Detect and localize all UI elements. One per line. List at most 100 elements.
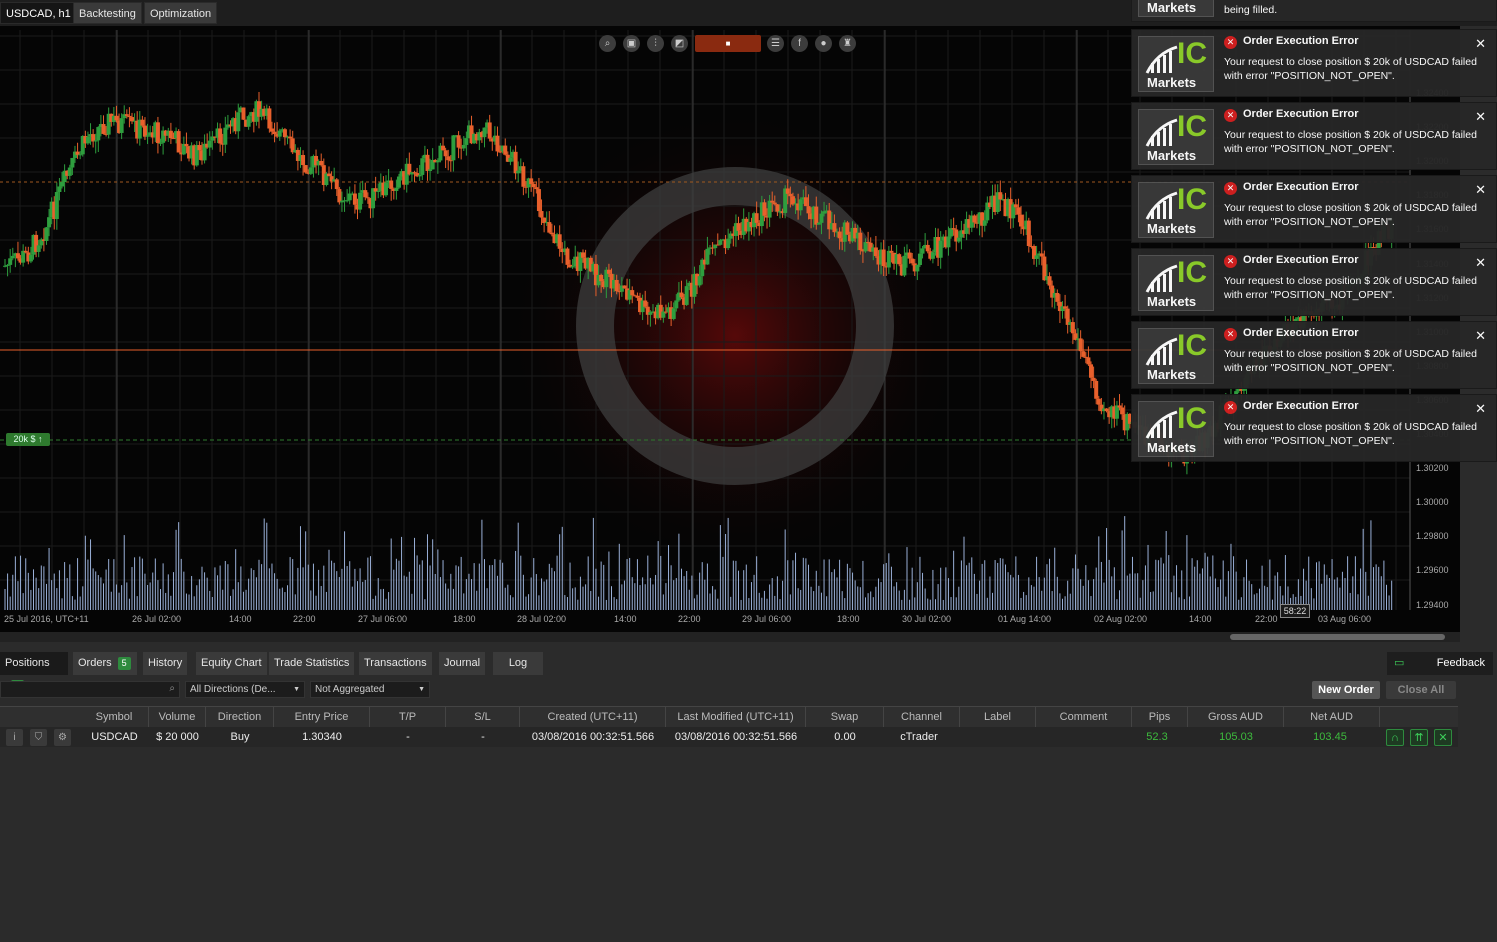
close-icon[interactable]: ✕ bbox=[1475, 182, 1486, 198]
cell-sl: - bbox=[481, 731, 485, 743]
direction-filter-select[interactable]: All Directions (De... ▼ bbox=[185, 681, 305, 698]
col-pips[interactable]: Pips bbox=[1132, 707, 1188, 727]
col-channel[interactable]: Channel bbox=[884, 707, 960, 727]
candle-body bbox=[308, 167, 313, 174]
facebook-icon[interactable]: f bbox=[791, 35, 808, 52]
close-icon[interactable]: ✕ bbox=[1475, 401, 1486, 417]
candle-body bbox=[1019, 214, 1024, 227]
candle-body bbox=[207, 140, 212, 148]
candle-body bbox=[145, 135, 150, 137]
shield-icon[interactable]: ⛉ bbox=[30, 729, 47, 746]
col-label[interactable]: Label bbox=[960, 707, 1036, 727]
scrollbar-thumb[interactable] bbox=[1230, 634, 1445, 640]
tab-positions[interactable]: Positions1 bbox=[0, 652, 68, 693]
candle-body bbox=[897, 254, 902, 265]
search-input[interactable]: ⌕ bbox=[0, 681, 180, 698]
candle-body bbox=[718, 240, 723, 245]
logo-bars-icon bbox=[1145, 45, 1178, 74]
chart-scrollbar[interactable] bbox=[0, 632, 1460, 642]
candle-body bbox=[930, 252, 935, 259]
cell-created: 03/08/2016 00:32:51.566 bbox=[531, 731, 655, 743]
col-symbol[interactable]: Symbol bbox=[80, 707, 149, 727]
tab-transactions[interactable]: Transactions bbox=[359, 652, 432, 675]
logo-bars-icon bbox=[1145, 410, 1178, 439]
close-icon[interactable]: ✕ bbox=[1475, 328, 1486, 344]
candle-body bbox=[396, 176, 401, 188]
tab-journal[interactable]: Journal bbox=[439, 652, 486, 675]
stop-button[interactable]: ■ bbox=[695, 35, 761, 52]
candle-body bbox=[767, 200, 772, 218]
x-tick-label: 14:00 bbox=[614, 614, 637, 624]
direction-filter-value: All Directions (De... bbox=[190, 684, 276, 695]
tab-optimization[interactable]: Optimization bbox=[144, 2, 218, 24]
zoom-icon[interactable]: ⌕ bbox=[599, 35, 616, 52]
col-swap[interactable]: Swap bbox=[806, 707, 884, 727]
notification-card[interactable]: IC Markets ✕ Order Execution Error ✕ Your req… bbox=[1131, 175, 1497, 243]
notification-card[interactable]: IC Markets ✕ Order Execution Error ✕ Your req… bbox=[1131, 321, 1497, 389]
info-icon[interactable]: i bbox=[6, 729, 23, 746]
col-volume[interactable]: Volume bbox=[149, 707, 206, 727]
close-icon[interactable]: ✕ bbox=[1475, 109, 1486, 125]
x-tick-label: 28 Jul 02:00 bbox=[517, 614, 567, 624]
col-entry-price[interactable]: Entry Price bbox=[274, 707, 370, 727]
tab-equity-chart[interactable]: Equity Chart bbox=[196, 652, 267, 675]
x-tick-label: 01 Aug 14:00 bbox=[998, 614, 1052, 624]
candle-body bbox=[101, 124, 106, 134]
tab-history[interactable]: History bbox=[143, 652, 188, 675]
notification-title: Order Execution Error bbox=[1243, 400, 1359, 412]
col-last-modified[interactable]: Last Modified (UTC+11) bbox=[666, 707, 806, 727]
candle-body bbox=[946, 236, 951, 248]
position-level-badge[interactable]: 20k $ ↑ bbox=[6, 433, 50, 446]
col-comment[interactable]: Comment bbox=[1036, 707, 1132, 727]
indicator-icon[interactable]: ⫶ bbox=[647, 35, 664, 52]
list-icon[interactable]: ☰ bbox=[767, 35, 784, 52]
col-net[interactable]: Net AUD bbox=[1284, 707, 1380, 727]
close-icon[interactable]: ✕ bbox=[1475, 36, 1486, 52]
notification-card[interactable]: IC Markets ✕ Order Execution Error ✕ Your req… bbox=[1131, 29, 1497, 97]
tab-log[interactable]: Log bbox=[493, 652, 543, 675]
close-icon[interactable]: ✕ bbox=[1475, 255, 1486, 271]
candle-body bbox=[599, 274, 604, 282]
settings-icon[interactable]: ♜ bbox=[839, 35, 856, 52]
tab-trade-statistics[interactable]: Trade Statistics bbox=[269, 652, 355, 675]
table-row[interactable]: i ⛉ ⚙ USDCAD $ 20 000 Buy 1.30340 - - 03… bbox=[0, 727, 1458, 747]
candle-body bbox=[938, 240, 943, 258]
reverse-position-button[interactable]: ∩ bbox=[1386, 729, 1404, 746]
aggregation-select[interactable]: Not Aggregated ▼ bbox=[310, 681, 430, 698]
candle-body bbox=[130, 117, 135, 122]
col-gross[interactable]: Gross AUD bbox=[1188, 707, 1284, 727]
close-position-button[interactable]: ✕ bbox=[1434, 729, 1452, 746]
candle-body bbox=[21, 250, 26, 263]
notification-card[interactable]: IC Markets ✕ Order Execution Error ✕ Your req… bbox=[1131, 248, 1497, 316]
feedback-button[interactable]: ▭ Feedback bbox=[1387, 652, 1493, 675]
tab-backtesting[interactable]: Backtesting bbox=[73, 2, 142, 24]
col-tp[interactable]: T/P bbox=[370, 707, 446, 727]
candle-body bbox=[347, 193, 352, 201]
logo-markets: Markets bbox=[1147, 367, 1197, 382]
candle-body bbox=[972, 215, 977, 223]
col-sl[interactable]: S/L bbox=[446, 707, 520, 727]
cell-swap: 0.00 bbox=[834, 731, 856, 743]
notification-title: Order Execution Error bbox=[1243, 327, 1359, 339]
notification-card[interactable]: IC Markets ✕ Order Execution Error ✕ Your req… bbox=[1131, 394, 1497, 462]
col-direction[interactable]: Direction bbox=[206, 707, 274, 727]
candle-body bbox=[5, 264, 10, 266]
tab-orders[interactable]: Orders 5 bbox=[73, 652, 137, 675]
candle-body bbox=[1034, 255, 1039, 259]
share-icon[interactable]: ● bbox=[815, 35, 832, 52]
close-all-button[interactable]: Close All bbox=[1386, 681, 1456, 699]
gear-icon[interactable]: ⚙ bbox=[54, 729, 71, 746]
candle-body bbox=[788, 193, 793, 197]
candle-body bbox=[448, 160, 453, 162]
double-position-button[interactable]: ⇈ bbox=[1410, 729, 1428, 746]
screenshot-icon[interactable]: ▣ bbox=[623, 35, 640, 52]
candle-body bbox=[425, 154, 430, 171]
y-tick-label: 1.29600 bbox=[1416, 565, 1449, 576]
candle-body bbox=[679, 292, 684, 298]
col-created[interactable]: Created (UTC+11) bbox=[520, 707, 666, 727]
new-order-button[interactable]: New Order bbox=[1312, 681, 1380, 699]
notification-card[interactable]: IC Markets ✕ Order Execution Error ✕ Your req… bbox=[1131, 102, 1497, 170]
objects-icon[interactable]: ◩ bbox=[671, 35, 688, 52]
tab-symbol[interactable]: USDCAD, h1 bbox=[0, 2, 77, 24]
candle-body bbox=[907, 252, 912, 259]
